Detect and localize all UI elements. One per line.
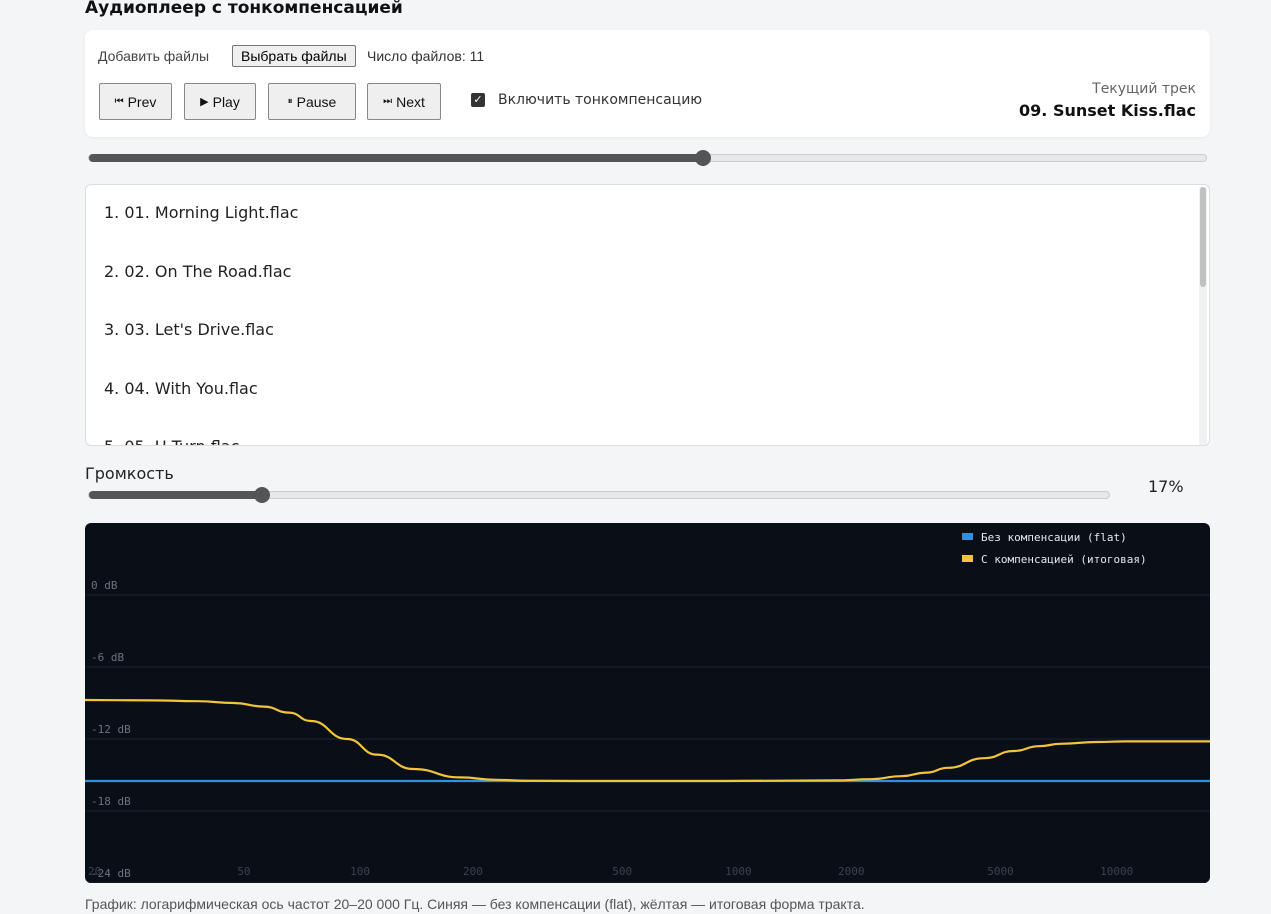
playlist-item[interactable]: 1. 01. Morning Light.flac <box>104 203 298 222</box>
frequency-response-chart: 0 dB -6 dB -12 dB -18 dB -24 dB 20 50 100 200 500… <box>85 523 1210 883</box>
volume-fill <box>89 491 263 499</box>
x-tick-label: 5000 <box>987 865 1014 878</box>
y-tick-label: -6 dB <box>91 651 124 664</box>
pause-label: Pause <box>296 93 337 110</box>
page-title: Аудиоплеер с тонкомпенсацией <box>85 0 403 18</box>
legend-label: С компенсацией (итоговая) <box>981 553 1147 566</box>
next-button[interactable]: ⏭ Next <box>367 83 441 120</box>
x-tick-label: 500 <box>612 865 632 878</box>
x-tick-label: 100 <box>350 865 370 878</box>
x-tick-label: 10000 <box>1100 865 1133 878</box>
y-tick-label: -18 dB <box>91 795 131 808</box>
legend-swatch <box>962 555 973 562</box>
next-label: Next <box>396 93 425 110</box>
x-tick-label: 200 <box>463 865 483 878</box>
current-track-label: Текущий трек <box>1092 81 1196 97</box>
volume-label: Громкость <box>85 464 174 483</box>
playlist: 1. 01. Morning Light.flac 2. 02. On The R… <box>85 184 1210 446</box>
progress-slider[interactable] <box>88 150 1207 166</box>
play-label: Play <box>212 93 240 110</box>
chart-svg: 0 dB-6 dB-12 dB-18 dB-24 dB20 50 100 200 500… <box>85 531 1210 883</box>
playlist-scrollbar[interactable] <box>1199 187 1207 445</box>
y-tick-label: 0 dB <box>91 579 118 592</box>
play-button[interactable]: ▶ Play <box>184 83 256 120</box>
volume-thumb[interactable] <box>254 487 271 503</box>
prev-label: Prev <box>127 93 157 110</box>
chart-caption: График: логарифмическая ось частот 20–20… <box>85 896 865 912</box>
playlist-item[interactable]: 3. 03. Let's Drive.flac <box>104 320 274 339</box>
pause-icon: ⏸ <box>287 96 293 107</box>
prev-button[interactable]: ⏮ Prev <box>99 83 172 120</box>
playlist-item[interactable]: 4. 04. With You.flac <box>104 379 258 398</box>
y-tick-label: -12 dB <box>91 723 131 736</box>
series-line-compensated <box>85 698 1210 783</box>
legend-swatch <box>962 533 973 540</box>
controls-card: Добавить файлы Выбрать файлы Число файло… <box>85 30 1210 137</box>
scrollbar-thumb[interactable] <box>1200 187 1206 287</box>
volume-slider[interactable] <box>88 487 1110 503</box>
loudness-checkbox[interactable]: ✓ <box>471 93 485 107</box>
next-icon: ⏭ <box>383 96 393 107</box>
volume-value: 17% <box>1148 477 1184 496</box>
x-tick-label: 1000 <box>725 865 752 878</box>
play-icon: ▶ <box>200 96 209 108</box>
add-files-label: Добавить файлы <box>98 48 210 64</box>
x-tick-label: 20 <box>88 865 101 878</box>
legend-label: Без компенсации (flat) <box>981 531 1127 544</box>
pause-button[interactable]: ⏸ Pause <box>268 83 356 120</box>
current-track-name: 09. Sunset Kiss.flac <box>1019 101 1196 120</box>
prev-icon: ⏮ <box>114 96 124 107</box>
progress-thumb[interactable] <box>695 150 712 166</box>
progress-fill <box>89 154 704 162</box>
choose-files-button[interactable]: Выбрать файлы <box>232 45 356 67</box>
file-count: Число файлов: 11 <box>367 48 485 64</box>
loudness-label[interactable]: Включить тонкомпенсацию <box>498 92 702 108</box>
x-tick-label: 50 <box>237 865 250 878</box>
playlist-item[interactable]: 2. 02. On The Road.flac <box>104 262 291 281</box>
x-tick-label: 2000 <box>838 865 865 878</box>
playlist-item[interactable]: 5. 05. U Turn.flac <box>104 437 239 445</box>
